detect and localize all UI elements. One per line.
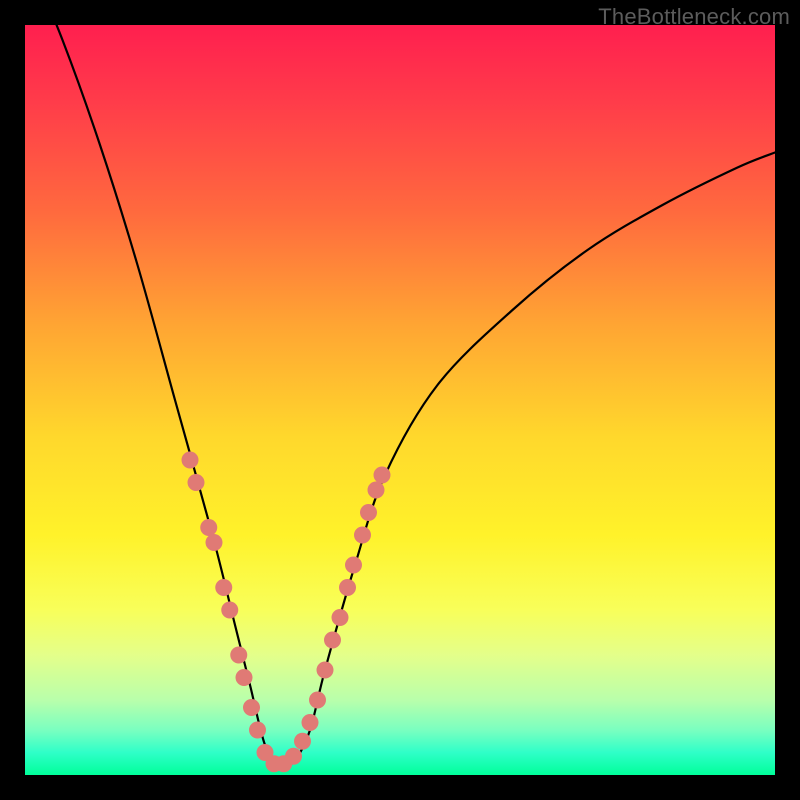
highlight-dot bbox=[324, 632, 341, 649]
chart-frame: TheBottleneck.com bbox=[0, 0, 800, 800]
highlight-dot bbox=[339, 579, 356, 596]
highlight-dot bbox=[317, 662, 334, 679]
highlight-dot bbox=[230, 647, 247, 664]
watermark-text: TheBottleneck.com bbox=[598, 4, 790, 30]
highlight-dot bbox=[368, 482, 385, 499]
highlight-dot bbox=[345, 557, 362, 574]
highlight-dot bbox=[182, 452, 199, 469]
highlight-dot bbox=[309, 692, 326, 709]
highlight-dot bbox=[360, 504, 377, 521]
bottleneck-curve bbox=[25, 25, 775, 768]
highlight-dots bbox=[182, 452, 391, 773]
highlight-dot bbox=[206, 534, 223, 551]
highlight-dot bbox=[221, 602, 238, 619]
highlight-dot bbox=[188, 474, 205, 491]
highlight-dot bbox=[332, 609, 349, 626]
highlight-dot bbox=[200, 519, 217, 536]
highlight-dot bbox=[302, 714, 319, 731]
highlight-dot bbox=[354, 527, 371, 544]
highlight-dot bbox=[243, 699, 260, 716]
highlight-dot bbox=[374, 467, 391, 484]
highlight-dot bbox=[236, 669, 253, 686]
highlight-dot bbox=[249, 722, 266, 739]
highlight-dot bbox=[294, 733, 311, 750]
plot-area bbox=[25, 25, 775, 775]
highlight-dot bbox=[285, 748, 302, 765]
curve-svg bbox=[25, 25, 775, 775]
highlight-dot bbox=[215, 579, 232, 596]
